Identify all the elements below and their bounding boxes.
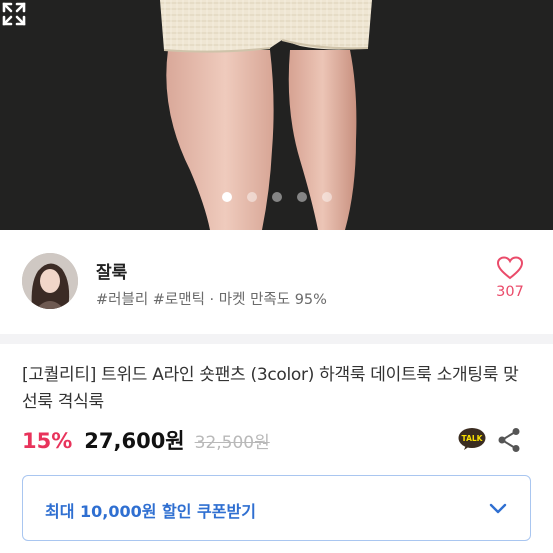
carousel-dot[interactable] [222,192,232,202]
shop-tags: #러블리 #로맨틱 · 마켓 만족도 95% [96,292,327,308]
svg-text:TALK: TALK [462,434,484,443]
like-button[interactable]: 307 [487,256,533,300]
chevron-down-icon [489,503,507,514]
carousel-dot[interactable] [297,192,307,202]
section-divider [0,334,553,344]
heart-icon [497,256,523,280]
share-icon[interactable] [497,427,521,453]
kakao-talk-icon[interactable]: TALK [458,427,486,451]
product-image-gallery[interactable] [0,0,553,230]
carousel-dot[interactable] [322,192,332,202]
price-row: 15% 27,600원 32,500원 [22,425,270,455]
coupon-button[interactable]: 최대 10,000원 할인 쿠폰받기 [22,475,531,541]
carousel-indicator [222,192,332,202]
shop-name[interactable]: 잘룩 [96,258,127,283]
original-price: 32,500원 [194,433,270,453]
expand-icon[interactable] [0,0,28,28]
carousel-dot[interactable] [272,192,282,202]
carousel-dot[interactable] [247,192,257,202]
product-title: [고퀄리티] 트위드 A라인 숏팬츠 (3color) 하객룩 데이트룩 소개팅… [22,365,519,412]
discount-rate: 15% [22,429,73,453]
coupon-label: 최대 10,000원 할인 쿠폰받기 [45,502,256,521]
like-count: 307 [496,284,524,300]
sale-price: 27,600원 [84,429,185,453]
shop-info: 잘룩 #러블리 #로맨틱 · 마켓 만족도 95% 307 [0,230,553,334]
shop-avatar[interactable] [22,253,78,309]
